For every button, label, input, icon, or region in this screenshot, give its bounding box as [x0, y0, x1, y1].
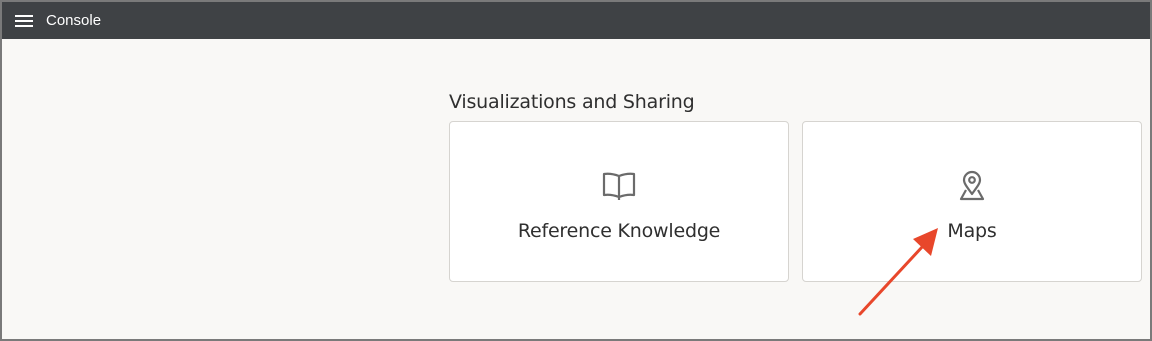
book-icon — [601, 168, 637, 204]
hamburger-icon — [15, 14, 33, 28]
map-pin-icon — [954, 168, 990, 204]
app-title: Console — [46, 12, 102, 29]
hamburger-menu-button[interactable] — [4, 2, 44, 39]
reference-knowledge-card[interactable]: Reference Knowledge — [449, 121, 789, 282]
reference-knowledge-label: Reference Knowledge — [517, 220, 721, 242]
maps-label: Maps — [947, 220, 997, 242]
maps-card[interactable]: Maps — [802, 121, 1142, 282]
section-title: Visualizations and Sharing — [449, 91, 695, 113]
top-bar: Console — [2, 2, 1150, 39]
console-window: Console Visualizations and Sharing Refer… — [0, 0, 1152, 341]
